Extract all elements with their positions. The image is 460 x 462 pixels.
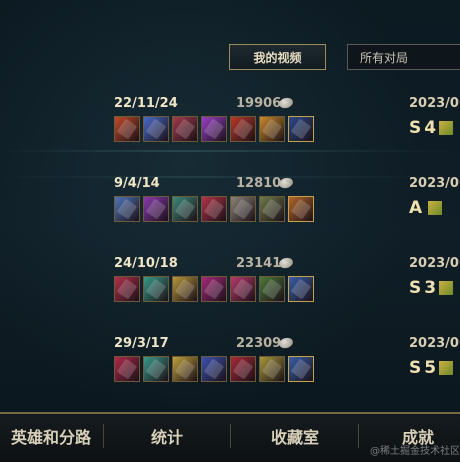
item-icon[interactable]	[259, 196, 285, 222]
item-icon[interactable]	[114, 356, 140, 382]
game-mode-select[interactable]: 所有对局	[347, 44, 460, 70]
kda-score: 22/11/24	[114, 96, 178, 111]
match-date: 2023/06	[409, 256, 460, 271]
item-icon[interactable]	[201, 276, 227, 302]
item-icon[interactable]	[114, 276, 140, 302]
item-icon[interactable]	[172, 276, 198, 302]
award-badge-icon	[439, 361, 454, 375]
item-icon[interactable]	[230, 356, 256, 382]
item-icon[interactable]	[143, 196, 169, 222]
trinket-item-icon[interactable]	[288, 196, 314, 222]
match-row[interactable]: 29/3/17 22309 2023/06 S5	[0, 336, 460, 416]
rank-indicators: A	[409, 197, 443, 219]
nav-stats[interactable]: 统计	[108, 412, 226, 460]
match-grade-detail: 3	[424, 278, 437, 298]
my-video-button[interactable]: 我的视频	[229, 44, 326, 70]
kda-score: 24/10/18	[114, 256, 178, 271]
match-row[interactable]: 22/11/24 19906 2023/06 S4	[0, 96, 460, 176]
kda-score: 9/4/14	[114, 176, 160, 191]
match-grade-detail: 4	[424, 118, 437, 138]
watermark: @稀土掘金技术社区	[370, 446, 460, 457]
award-badge-icon	[439, 121, 454, 135]
award-badge-icon	[428, 201, 443, 215]
item-build	[114, 116, 314, 144]
item-build	[114, 196, 314, 224]
item-icon[interactable]	[114, 116, 140, 142]
nav-heroes-and-lanes[interactable]: 英雄和分路	[0, 412, 108, 460]
nav-collection[interactable]: 收藏室	[235, 412, 355, 460]
item-icon[interactable]	[201, 356, 227, 382]
item-icon[interactable]	[172, 356, 198, 382]
match-grade: A	[409, 198, 423, 218]
match-date: 2023/06	[409, 336, 460, 351]
item-icon[interactable]	[230, 196, 256, 222]
rank-indicators: S5	[409, 357, 454, 379]
kda-score: 29/3/17	[114, 336, 169, 351]
item-icon[interactable]	[143, 356, 169, 382]
gold-earned: 23141	[236, 256, 282, 271]
gold-earned: 12810	[236, 176, 282, 191]
rank-indicators: S4	[409, 117, 454, 139]
item-icon[interactable]	[201, 196, 227, 222]
item-icon[interactable]	[172, 196, 198, 222]
nav-separator	[358, 424, 359, 448]
gold-earned: 19906	[236, 96, 282, 111]
award-badge-icon	[439, 281, 454, 295]
item-build	[114, 356, 314, 384]
match-grade: S	[409, 358, 422, 378]
match-row[interactable]: 9/4/14 12810 2023/06 A	[0, 176, 460, 256]
item-icon[interactable]	[259, 116, 285, 142]
item-icon[interactable]	[172, 116, 198, 142]
match-row[interactable]: 24/10/18 23141 2023/06 S3	[0, 256, 460, 336]
item-icon[interactable]	[259, 276, 285, 302]
nav-separator	[230, 424, 231, 448]
nav-separator	[103, 424, 104, 448]
item-icon[interactable]	[143, 116, 169, 142]
match-date: 2023/06	[409, 96, 460, 111]
gold-earned: 22309	[236, 336, 282, 351]
item-icon[interactable]	[230, 116, 256, 142]
rank-indicators: S3	[409, 277, 454, 299]
trinket-item-icon[interactable]	[288, 116, 314, 142]
match-grade: S	[409, 118, 422, 138]
match-date: 2023/06	[409, 176, 460, 191]
item-icon[interactable]	[201, 116, 227, 142]
trinket-item-icon[interactable]	[288, 356, 314, 382]
item-build	[114, 276, 314, 304]
item-icon[interactable]	[230, 276, 256, 302]
item-icon[interactable]	[259, 356, 285, 382]
match-grade: S	[409, 278, 422, 298]
item-icon[interactable]	[143, 276, 169, 302]
match-grade-detail: 5	[424, 358, 437, 378]
item-icon[interactable]	[114, 196, 140, 222]
trinket-item-icon[interactable]	[288, 276, 314, 302]
